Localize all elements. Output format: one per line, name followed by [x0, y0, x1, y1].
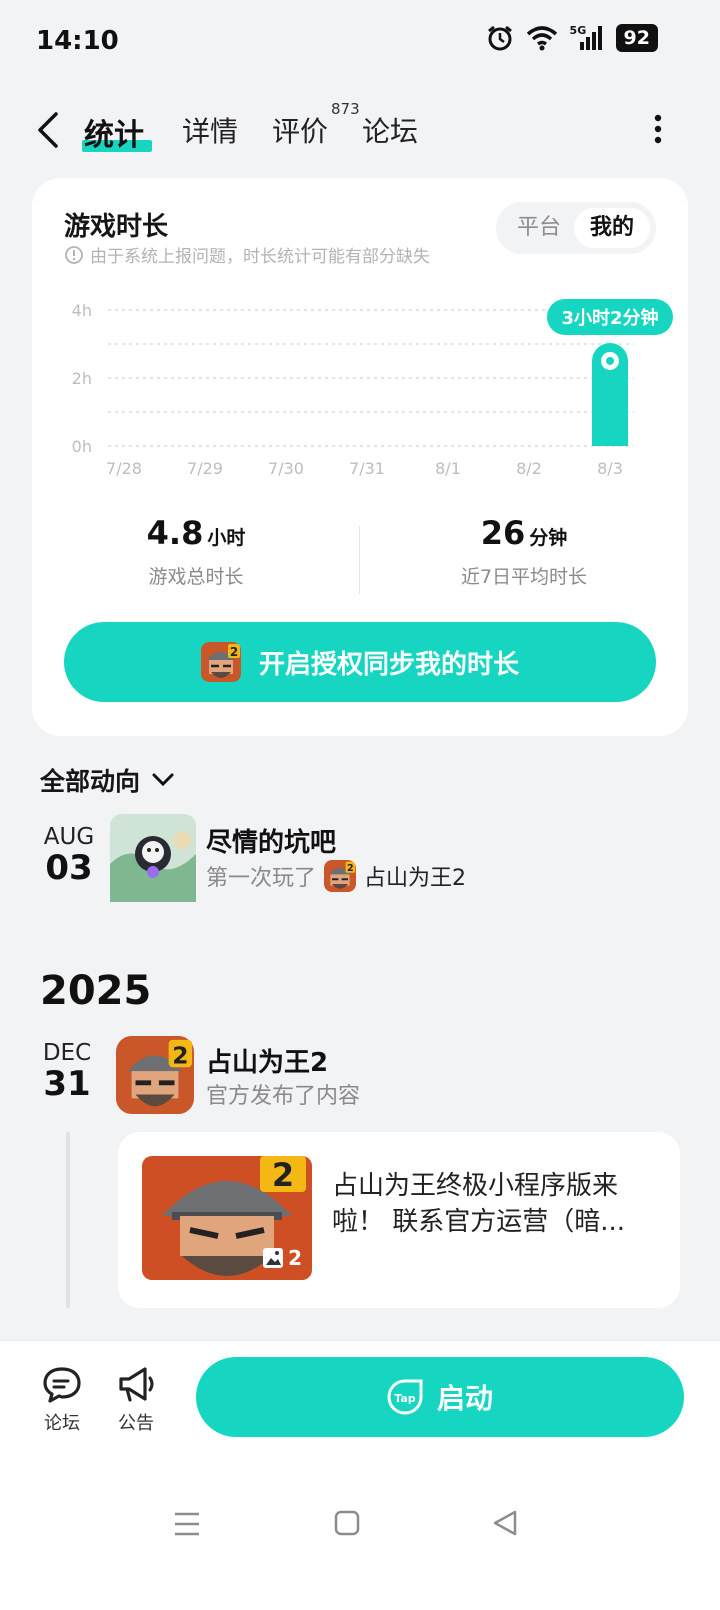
total-playtime-value: 4.8 — [146, 514, 204, 552]
total-playtime-unit: 小时 — [207, 527, 246, 549]
playtime-title: 游戏时长 — [64, 212, 169, 242]
toggle-mine[interactable]: 我的 — [574, 208, 650, 248]
megaphone-icon — [119, 1367, 154, 1402]
source-toggle: 平台 我的 — [496, 202, 656, 254]
timeline-line — [66, 1132, 70, 1308]
more-options-icon[interactable] — [654, 114, 662, 144]
tab-forum[interactable]: 论坛 — [362, 110, 418, 150]
top-tab-bar: 统计 详情 评价 873 论坛 — [0, 96, 720, 166]
back-arrow-icon[interactable] — [34, 110, 64, 150]
x-tick-label: 8/1 — [435, 459, 461, 478]
avg-playtime: 26 分钟 近7日平均时长 — [360, 514, 688, 589]
wifi-icon — [526, 26, 557, 51]
total-playtime-label: 游戏总时长 — [148, 566, 244, 588]
signal-icon: 5G — [570, 24, 604, 52]
game-app-icon[interactable]: 2 — [324, 860, 357, 892]
review-count: 873 — [331, 100, 360, 118]
y-tick-label: 0h — [72, 437, 92, 456]
user-avatar[interactable] — [110, 814, 196, 902]
battery-indicator: 92 — [615, 24, 658, 52]
taptap-logo-icon: Tap — [387, 1379, 423, 1415]
chevron-down-icon — [152, 773, 174, 787]
svg-text:2: 2 — [272, 1156, 294, 1194]
sync-playtime-button[interactable]: 2 开启授权同步我的时长 — [64, 622, 656, 702]
activity-section-title[interactable]: 全部动向 — [40, 762, 174, 798]
status-bar: 14:10 5G 92 — [0, 0, 720, 86]
launch-button[interactable]: Tap 启动 — [196, 1357, 684, 1437]
toggle-platform[interactable]: 平台 — [502, 208, 576, 248]
avg-playtime-unit: 分钟 — [529, 527, 568, 549]
entry-subtitle: 官方发布了内容 — [206, 1084, 361, 1109]
menu-nav-icon[interactable] — [174, 1512, 200, 1536]
home-nav-icon[interactable] — [334, 1510, 360, 1536]
x-tick-label: 7/28 — [106, 459, 142, 478]
entry-date: DEC 31 — [42, 1040, 92, 1104]
image-icon — [263, 1248, 284, 1268]
svg-text:2: 2 — [347, 863, 354, 874]
playtime-stats: 4.8 小时 游戏总时长 26 分钟 近7日平均时长 — [32, 514, 688, 614]
system-nav-bar — [0, 1470, 720, 1610]
playtime-card: 游戏时长 由于系统上报问题，时长统计可能有部分缺失 平台 我的 0h 2h 4h 7/… — [32, 178, 688, 736]
total-playtime: 4.8 小时 游戏总时长 — [32, 514, 360, 589]
entry-title[interactable]: 尽情的坑吧 — [206, 822, 336, 859]
info-icon — [65, 245, 83, 264]
avg-playtime-label: 近7日平均时长 — [460, 566, 588, 588]
announcement-button[interactable]: 公告 — [106, 1361, 166, 1435]
x-tick-label: 8/2 — [516, 459, 542, 478]
x-tick-label: 7/31 — [349, 459, 385, 478]
avg-playtime-value: 26 — [480, 514, 526, 552]
y-tick-label: 2h — [72, 369, 92, 388]
entry-title[interactable]: 占山为王2 — [206, 1042, 328, 1079]
status-time: 14:10 — [36, 26, 119, 56]
game-name-link[interactable]: 占山为王2 — [364, 860, 466, 892]
post-thumbnail[interactable]: 2 2 — [142, 1156, 312, 1280]
entry-date: AUG 03 — [43, 824, 95, 888]
svg-text:Tap: Tap — [394, 1392, 416, 1405]
post-card[interactable]: 2 2 占山为王终极小程序版来啦！ 联系官方运营（暗... — [118, 1132, 680, 1308]
bottom-action-bar: 论坛 公告 Tap 启动 — [0, 1340, 720, 1470]
tab-details[interactable]: 详情 — [182, 110, 238, 150]
year-heading: 2025 — [40, 968, 152, 1014]
bar-marker-dot — [606, 356, 614, 365]
tab-stats[interactable]: 统计 — [84, 110, 144, 154]
alarm-icon — [487, 25, 512, 51]
chat-bubble-icon — [43, 1367, 81, 1403]
entry-subtitle: 第一次玩了 2 占山为王2 — [206, 860, 466, 892]
y-tick-label: 4h — [72, 301, 92, 320]
playtime-notice: 由于系统上报问题，时长统计可能有部分缺失 — [64, 242, 430, 267]
image-count: 2 — [262, 1246, 302, 1270]
status-icons: 5G 92 — [486, 24, 658, 52]
game-app-icon: 2 — [200, 642, 241, 682]
playtime-chart: 0h 2h 4h 7/28 7/29 7/30 7/31 8/1 8/2 8/3 3小时2分钟 — [72, 298, 673, 478]
x-tick-label: 8/3 — [597, 459, 623, 478]
back-nav-icon[interactable] — [492, 1510, 518, 1536]
tab-reviews[interactable]: 评价 — [272, 110, 328, 150]
bar-tooltip-label: 3小时2分钟 — [561, 307, 658, 329]
svg-text:2: 2 — [230, 645, 238, 659]
forum-button[interactable]: 论坛 — [32, 1361, 92, 1435]
game-app-icon[interactable]: 2 — [116, 1036, 194, 1114]
x-tick-label: 7/30 — [268, 459, 304, 478]
svg-text:2: 2 — [172, 1041, 188, 1069]
x-tick-label: 7/29 — [187, 459, 223, 478]
post-text: 占山为王终极小程序版来啦！ 联系官方运营（暗... — [332, 1171, 626, 1237]
